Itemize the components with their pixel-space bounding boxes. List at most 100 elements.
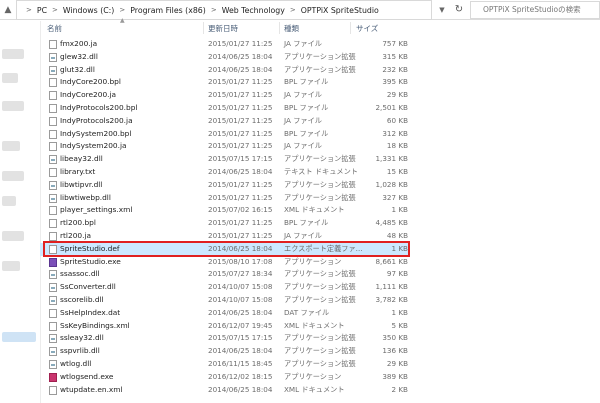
file-row[interactable]: ssassoc.dll 2015/07/27 18:34 アプリケーション拡張 97 …: [40, 268, 410, 281]
nav-item[interactable]: [2, 196, 16, 206]
file-row[interactable]: rtl200.bpl 2015/01/27 11:25 BPL ファイル 4,485 …: [40, 217, 410, 230]
file-type: BPL ファイル: [284, 102, 329, 112]
chevron-down-icon[interactable]: ▼: [436, 4, 448, 16]
file-row[interactable]: IndyCore200.bpl 2015/01/27 11:25 BPL ファイル 3…: [40, 76, 410, 89]
breadcrumb-pc[interactable]: PC: [37, 6, 47, 15]
chevron-right-icon: >: [210, 6, 217, 14]
column-header-date[interactable]: 更新日時: [208, 22, 238, 36]
file-date: 2015/01/27 11:25: [208, 102, 273, 112]
file-name: SsHelpIndex.dat: [60, 307, 121, 317]
file-size: 2 KB: [391, 384, 408, 394]
file-row[interactable]: glut32.dll 2014/06/25 18:04 アプリケーション拡張 232 …: [40, 64, 410, 77]
file-row[interactable]: library.txt 2014/06/25 18:04 テキスト ドキュメント 15…: [40, 166, 410, 179]
file-row[interactable]: SpriteStudio.exe 2015/08/10 17:08 アプリケーション…: [40, 256, 410, 269]
header-divider[interactable]: [279, 22, 280, 34]
file-type: XML ドキュメント: [284, 320, 345, 330]
breadcrumb-drive[interactable]: Windows (C:): [63, 6, 114, 15]
file-type: アプリケーション: [284, 371, 342, 381]
file-row[interactable]: glew32.dll 2014/06/25 18:04 アプリケーション拡張 315 …: [40, 51, 410, 64]
file-size: 1,028 KB: [375, 179, 408, 189]
nav-item[interactable]: [2, 73, 18, 83]
file-row[interactable]: SsHelpIndex.dat 2014/06/25 18:04 DAT ファイル 1…: [40, 307, 410, 320]
search-input[interactable]: OPTPiX SpriteStudioの検索: [470, 1, 600, 19]
nav-item[interactable]: [2, 49, 24, 59]
nav-item[interactable]: [2, 171, 24, 181]
file-icon: [49, 231, 57, 241]
nav-item[interactable]: [2, 231, 24, 241]
breadcrumb-program-files[interactable]: Program Files (x86): [130, 6, 206, 15]
file-size: 350 KB: [382, 333, 408, 343]
file-row[interactable]: fmx200.ja 2015/01/27 11:25 JA ファイル 757 KB: [40, 38, 410, 51]
up-arrow-icon[interactable]: ▲: [2, 4, 14, 16]
file-icon: [49, 116, 57, 126]
dll-icon: [49, 52, 57, 62]
file-row[interactable]: sscorelib.dll 2014/10/07 15:08 アプリケーション拡張 3…: [40, 294, 410, 307]
file-row[interactable]: SsConverter.dll 2014/10/07 15:08 アプリケーション拡…: [40, 281, 410, 294]
file-row[interactable]: IndyProtocols200.ja 2015/01/27 11:25 JA ファ…: [40, 115, 410, 128]
file-name: IndyProtocols200.bpl: [60, 102, 138, 112]
nav-item[interactable]: [2, 261, 20, 271]
file-type: アプリケーション拡張: [284, 269, 356, 279]
header-divider[interactable]: [350, 22, 351, 34]
file-row[interactable]: IndyCore200.ja 2015/01/27 11:25 JA ファイル 29 …: [40, 89, 410, 102]
header-divider[interactable]: [203, 22, 204, 34]
file-name: SsConverter.dll: [60, 282, 116, 292]
file-icon: [49, 103, 57, 113]
dll-icon: [49, 180, 57, 190]
file-size: 29 KB: [386, 358, 408, 368]
file-icon: [49, 78, 57, 88]
file-row[interactable]: SsKeyBindings.xml 2016/12/07 19:45 XML ドキュ…: [40, 320, 410, 333]
file-row[interactable]: libwtiwebp.dll 2015/01/27 11:25 アプリケーション拡張…: [40, 192, 410, 205]
column-header-name[interactable]: 名前: [47, 22, 62, 36]
file-icon: [49, 91, 57, 101]
file-size: 2,501 KB: [375, 102, 408, 112]
file-row[interactable]: sspvrlib.dll 2014/06/25 18:04 アプリケーション拡張 13…: [40, 345, 410, 358]
file-type: テキスト ドキュメント: [284, 166, 358, 176]
nav-item[interactable]: [2, 101, 24, 111]
file-date: 2014/06/25 18:04: [208, 307, 273, 317]
dll-icon: [49, 295, 57, 305]
file-row[interactable]: libwtipvr.dll 2015/01/27 11:25 アプリケーション拡張 1…: [40, 179, 410, 192]
file-name: sscorelib.dll: [60, 294, 104, 304]
file-size: 3,782 KB: [375, 294, 408, 304]
file-icon: [49, 321, 57, 331]
file-date: 2014/06/25 18:04: [208, 51, 273, 61]
file-icon: [49, 219, 57, 229]
navigation-pane[interactable]: [0, 21, 40, 403]
file-row[interactable]: IndySystem200.ja 2015/01/27 11:25 JA ファイル 1…: [40, 140, 410, 153]
file-row[interactable]: ssleay32.dll 2015/07/15 17:15 アプリケーション拡張 35…: [40, 332, 410, 345]
file-name: IndyProtocols200.ja: [60, 115, 133, 125]
file-name: wtlog.dll: [60, 358, 92, 368]
file-name: glew32.dll: [60, 51, 98, 61]
breadcrumb[interactable]: > PC > Windows (C:) > Program Files (x86…: [16, 0, 432, 20]
file-size: 18 KB: [386, 141, 408, 151]
file-type: アプリケーション拡張: [284, 294, 356, 304]
file-name: SsKeyBindings.xml: [60, 320, 130, 330]
file-icon: [49, 129, 57, 139]
nav-item[interactable]: [2, 141, 20, 151]
file-row[interactable]: IndySystem200.bpl 2015/01/27 11:25 BPL ファイ…: [40, 128, 410, 141]
file-date: 2015/08/10 17:08: [208, 256, 273, 266]
file-name: libwtipvr.dll: [60, 179, 103, 189]
file-type: アプリケーション拡張: [284, 64, 356, 74]
file-row[interactable]: player_settings.xml 2015/07/02 16:15 XML ド…: [40, 204, 410, 217]
file-size: 1,331 KB: [375, 154, 408, 164]
breadcrumb-optpix[interactable]: OPTPiX SpriteStudio: [301, 6, 379, 15]
file-list: fmx200.ja 2015/01/27 11:25 JA ファイル 757 KB gl…: [40, 38, 410, 396]
file-row[interactable]: wtlogsend.exe 2016/12/02 18:15 アプリケーション 389…: [40, 371, 410, 384]
file-date: 2014/10/07 15:08: [208, 282, 273, 292]
file-row[interactable]: wtupdate.en.xml 2014/06/25 18:04 XML ドキュメン…: [40, 384, 410, 397]
file-size: 97 KB: [386, 269, 408, 279]
column-header-type[interactable]: 種類: [284, 22, 299, 36]
file-row[interactable]: wtlog.dll 2016/11/15 18:45 アプリケーション拡張 29 KB: [40, 358, 410, 371]
file-type: JA ファイル: [284, 141, 322, 151]
refresh-icon[interactable]: ↻: [452, 3, 466, 17]
file-row[interactable]: IndyProtocols200.bpl 2015/01/27 11:25 BPL …: [40, 102, 410, 115]
nav-item-selected[interactable]: [2, 332, 36, 342]
file-size: 1 KB: [391, 205, 408, 215]
breadcrumb-web-technology[interactable]: Web Technology: [222, 6, 285, 15]
file-size: 757 KB: [382, 39, 408, 48]
file-row[interactable]: libeay32.dll 2015/07/15 17:15 アプリケーション拡張 1,…: [40, 153, 410, 166]
column-header-size[interactable]: サイズ: [356, 22, 378, 36]
file-name: libwtiwebp.dll: [60, 192, 111, 202]
